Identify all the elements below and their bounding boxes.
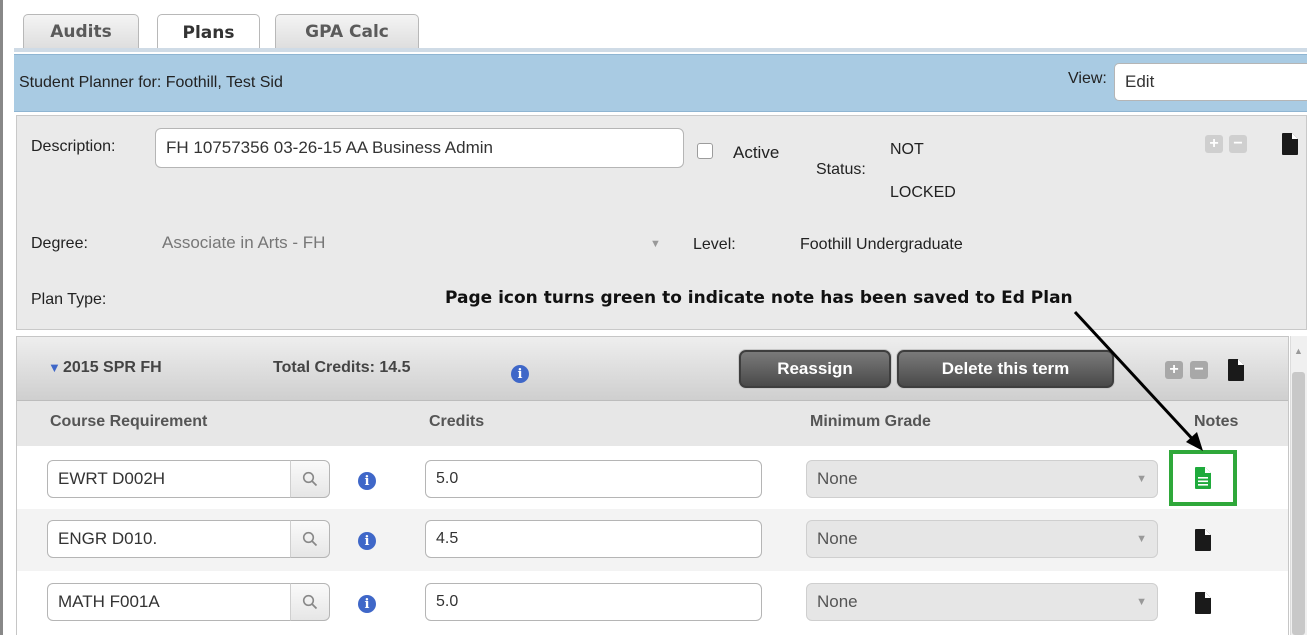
annotation-arrow — [1073, 310, 1203, 451]
